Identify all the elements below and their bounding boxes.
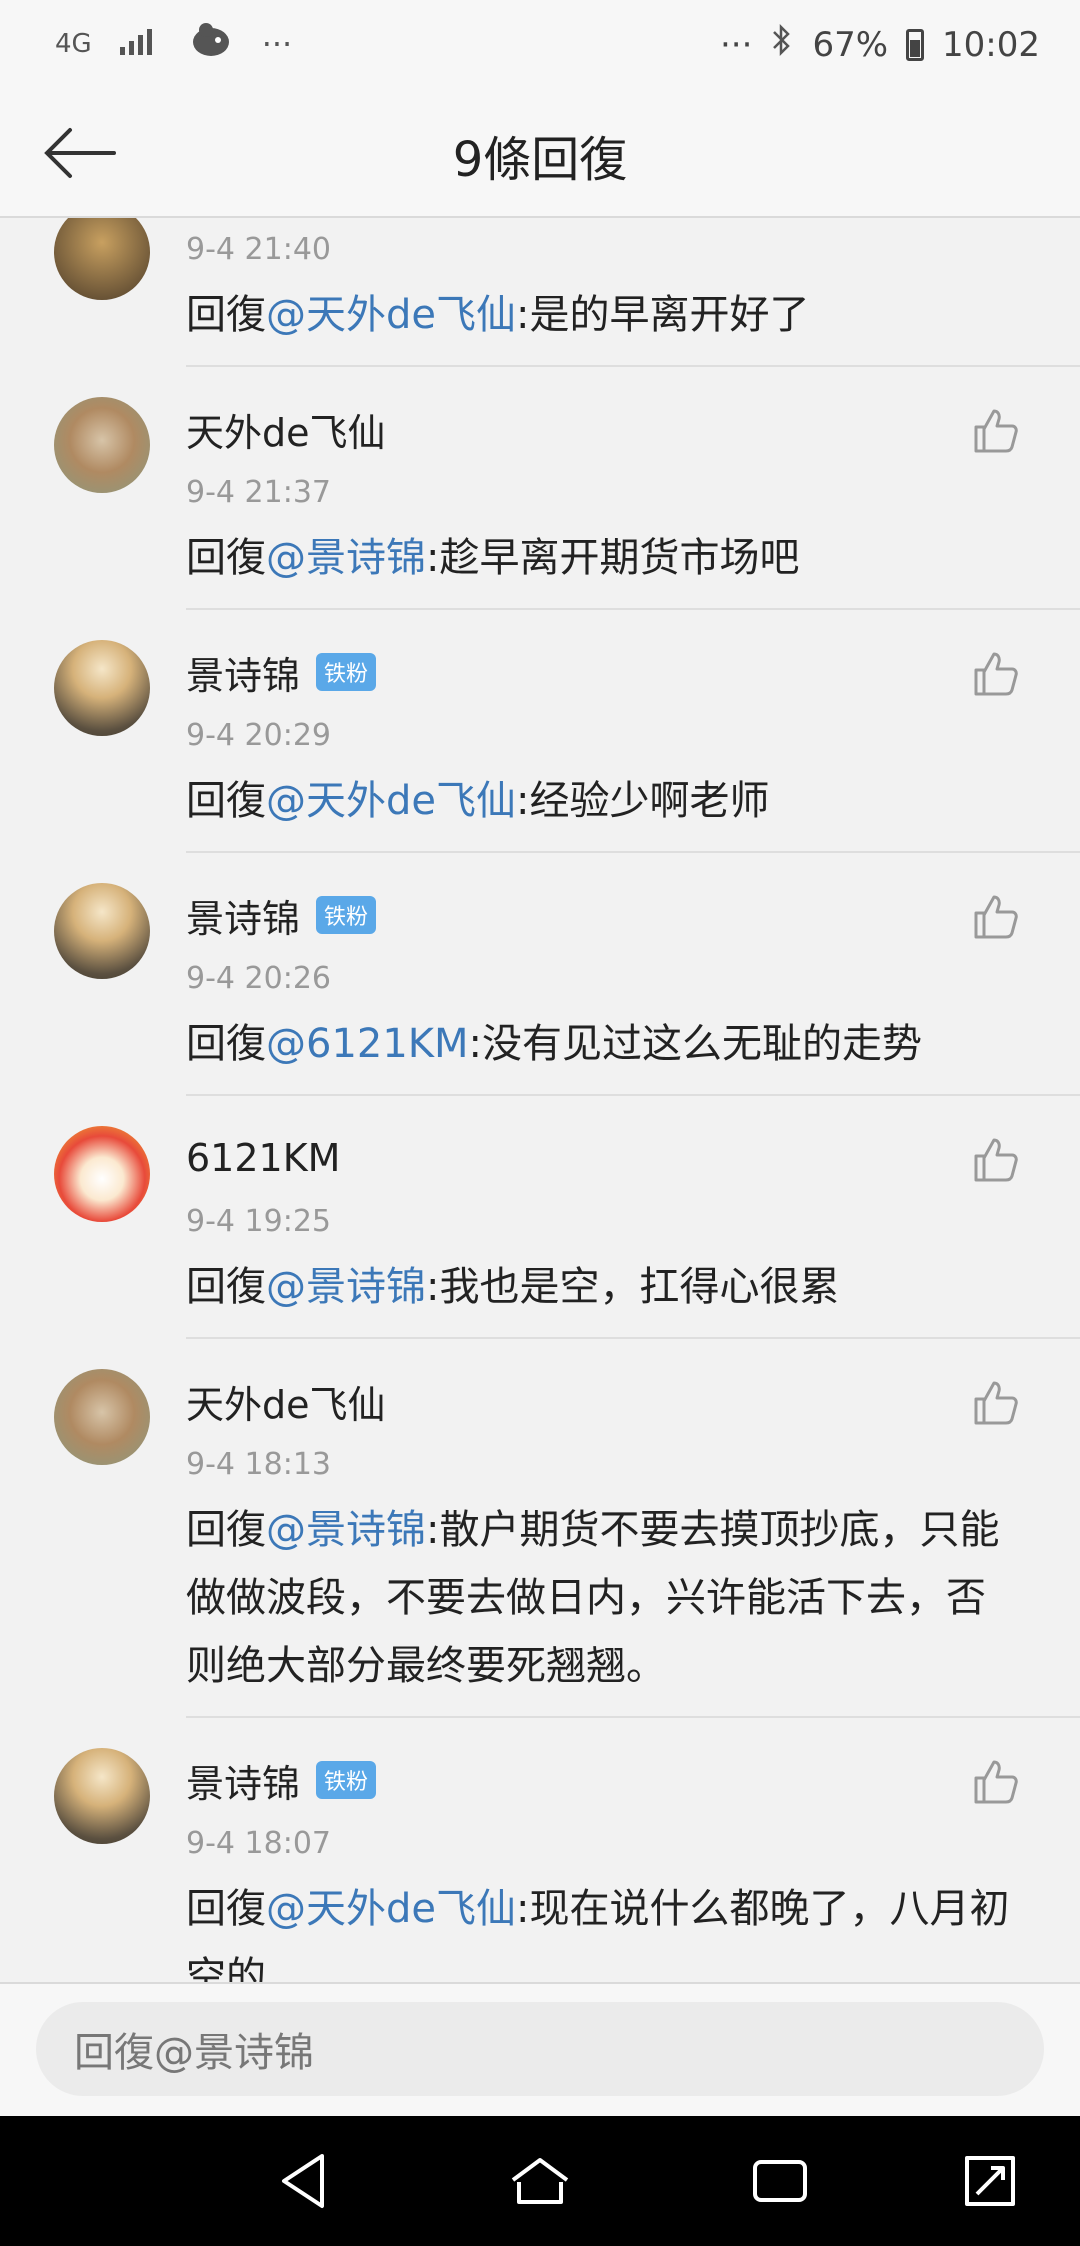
thumbs-up-icon bbox=[974, 652, 1018, 696]
battery-icon bbox=[906, 28, 925, 61]
page-title: 9條回復 bbox=[452, 132, 628, 188]
home-icon bbox=[511, 2158, 569, 2204]
nav-back-button[interactable] bbox=[270, 2146, 340, 2216]
mention-link[interactable]: @景诗锦 bbox=[266, 535, 426, 581]
reply-item: 天外de飞仙 9-4 21:37 回復@景诗锦:趁早离开期货市场吧 bbox=[0, 367, 1080, 610]
reply-item: 景诗锦 铁粉 9-4 18:07 回復@天外de飞仙:现在说什么都晚了，八月初空的 bbox=[0, 1718, 1080, 1982]
reply-content: 回復@景诗锦:趁早离开期货市场吧 bbox=[186, 535, 800, 581]
reply-content: 回復@景诗锦:我也是空，扛得心很累 bbox=[186, 1264, 840, 1310]
network-indicator: 4G bbox=[55, 29, 92, 59]
fan-badge: 铁粉 bbox=[316, 653, 377, 691]
mention-link[interactable]: @景诗锦 bbox=[266, 1507, 426, 1553]
reply-content: 回復@6121KM:没有见过这么无耻的走势 bbox=[186, 1021, 923, 1067]
thumbs-up-icon bbox=[974, 1138, 1018, 1182]
reply-content: 回復@天外de飞仙:现在说什么都晚了，八月初空的 bbox=[186, 1886, 1010, 1982]
reply-content: 回復@天外de飞仙:经验少啊老师 bbox=[186, 778, 770, 824]
signal-icon bbox=[119, 25, 160, 63]
thumbs-up-icon bbox=[974, 1381, 1018, 1425]
nav-home-button[interactable] bbox=[505, 2146, 575, 2216]
reply-author[interactable]: 景诗锦 bbox=[186, 1753, 300, 1808]
reply-item: 景诗锦 铁粉 9-4 20:26 回復@6121KM:没有见过这么无耻的走势 bbox=[0, 853, 1080, 1096]
reply-time: 9-4 20:29 bbox=[186, 718, 331, 753]
clock: 10:02 bbox=[942, 24, 1040, 65]
recent-apps-icon bbox=[753, 2160, 807, 2202]
reply-author[interactable]: 天外de飞仙 bbox=[186, 402, 386, 457]
nav-expand-button[interactable] bbox=[955, 2146, 1025, 2216]
header: 9條回復 bbox=[0, 90, 1080, 218]
like-button[interactable] bbox=[972, 893, 1020, 941]
reply-time: 9-4 18:13 bbox=[186, 1447, 331, 1482]
reply-input-bar: 回復@景诗锦 bbox=[0, 1982, 1080, 2116]
reply-item: 天外de飞仙 9-4 18:13 回復@景诗锦:散户期货不要去摸顶抄底，只能做做… bbox=[0, 1339, 1080, 1718]
thumbs-up-icon bbox=[974, 895, 1018, 939]
expand-icon bbox=[965, 2156, 1015, 2206]
app-notification-icon bbox=[188, 20, 234, 68]
nav-recent-button[interactable] bbox=[745, 2146, 815, 2216]
like-button[interactable] bbox=[972, 407, 1020, 455]
reply-content: 回復@天外de飞仙:是的早离开好了 bbox=[186, 292, 810, 338]
mention-link[interactable]: @天外de飞仙 bbox=[266, 778, 516, 824]
reply-author[interactable]: 景诗锦 bbox=[186, 888, 300, 943]
like-button[interactable] bbox=[972, 1758, 1020, 1806]
thumbs-up-icon bbox=[974, 1760, 1018, 1804]
reply-item: 景诗锦 铁粉 9-4 20:29 回復@天外de飞仙:经验少啊老师 bbox=[0, 610, 1080, 853]
like-button[interactable] bbox=[972, 1379, 1020, 1427]
fan-badge: 铁粉 bbox=[316, 896, 377, 934]
triangle-back-icon bbox=[282, 2154, 324, 2208]
battery-percent: 67% bbox=[812, 24, 889, 65]
more-status-icon: ··· bbox=[720, 24, 753, 65]
mention-link[interactable]: @景诗锦 bbox=[266, 1264, 426, 1310]
system-nav-bar bbox=[0, 2116, 1080, 2246]
mention-link[interactable]: @天外de飞仙 bbox=[266, 1886, 516, 1932]
reply-time: 9-4 21:40 bbox=[186, 232, 331, 267]
like-button[interactable] bbox=[972, 650, 1020, 698]
more-notifications-icon: ··· bbox=[261, 25, 293, 63]
reply-author[interactable]: 天外de飞仙 bbox=[186, 1374, 386, 1429]
reply-content: 回復@景诗锦:散户期货不要去摸顶抄底，只能做做波段，不要去做日内，兴许能活下去，… bbox=[186, 1507, 1000, 1689]
reply-author[interactable]: 景诗锦 bbox=[186, 645, 300, 700]
reply-item: 9-4 21:40 回復@天外de飞仙:是的早离开好了 bbox=[0, 218, 1080, 367]
like-button[interactable] bbox=[972, 1136, 1020, 1184]
reply-input[interactable]: 回復@景诗锦 bbox=[36, 2002, 1044, 2096]
fan-badge: 铁粉 bbox=[316, 1761, 377, 1799]
reply-time: 9-4 19:25 bbox=[186, 1204, 331, 1239]
reply-list[interactable]: 9-4 21:40 回復@天外de飞仙:是的早离开好了 天外de飞仙 9-4 2… bbox=[0, 218, 1080, 1982]
reply-author[interactable]: 6121KM bbox=[186, 1136, 340, 1180]
bluetooth-icon bbox=[770, 22, 794, 67]
status-bar: 4G ··· ··· 67% 10:02 bbox=[0, 0, 1080, 90]
mention-link[interactable]: @6121KM bbox=[266, 1021, 469, 1067]
mention-link[interactable]: @天外de飞仙 bbox=[266, 292, 516, 338]
reply-time: 9-4 20:26 bbox=[186, 961, 331, 996]
reply-time: 9-4 18:07 bbox=[186, 1826, 331, 1861]
reply-item: 6121KM 9-4 19:25 回復@景诗锦:我也是空，扛得心很累 bbox=[0, 1096, 1080, 1339]
thumbs-up-icon bbox=[974, 409, 1018, 453]
reply-time: 9-4 21:37 bbox=[186, 475, 331, 510]
